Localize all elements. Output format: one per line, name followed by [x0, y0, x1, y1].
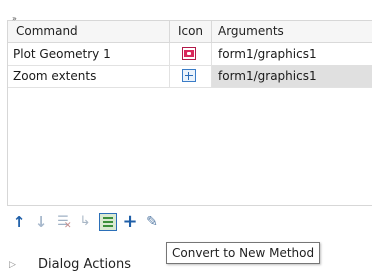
- column-header-arguments-label: Arguments: [218, 24, 284, 38]
- expand-arrow-icon[interactable]: ▷: [9, 260, 16, 270]
- edit-icon[interactable]: ✎: [143, 213, 161, 231]
- plot-geometry-icon: [182, 47, 196, 60]
- icon-cell[interactable]: [170, 43, 212, 65]
- move-down-icon[interactable]: ↓: [32, 213, 50, 231]
- command-sequence-panel: » Command Icon Arguments Plot Geometry 1…: [0, 0, 372, 273]
- table-header: » Command Icon Arguments: [8, 14, 372, 43]
- table-row[interactable]: Plot Geometry 1 form1/graphics1: [8, 43, 372, 66]
- arguments-cell[interactable]: form1/graphics1: [212, 65, 372, 87]
- icon-cell[interactable]: [170, 65, 212, 87]
- command-cell[interactable]: Plot Geometry 1: [8, 43, 170, 65]
- table-row[interactable]: Zoom extents form1/graphics1: [8, 65, 372, 88]
- convert-to-new-method-icon[interactable]: [99, 213, 117, 231]
- dialog-actions-label: Dialog Actions: [38, 257, 132, 272]
- command-toolbar: ↑ ↓ ☰ ✕ ↳ + ✎: [10, 213, 250, 233]
- delete-icon[interactable]: ☰ ✕: [54, 213, 72, 231]
- add-icon[interactable]: +: [121, 213, 139, 231]
- arguments-cell[interactable]: form1/graphics1: [212, 43, 372, 65]
- column-header-icon[interactable]: Icon: [170, 21, 212, 42]
- column-header-command-label: Command: [16, 24, 78, 38]
- method-icon[interactable]: ↳: [76, 213, 94, 231]
- commands-table: » Command Icon Arguments Plot Geometry 1…: [7, 14, 372, 206]
- command-cell[interactable]: Zoom extents: [8, 65, 170, 87]
- column-header-command[interactable]: » Command: [8, 14, 170, 42]
- column-header-arguments[interactable]: Arguments: [212, 21, 372, 42]
- zoom-extents-icon: [182, 69, 196, 82]
- move-up-icon[interactable]: ↑: [10, 213, 28, 231]
- tooltip: Convert to New Method: [166, 242, 321, 264]
